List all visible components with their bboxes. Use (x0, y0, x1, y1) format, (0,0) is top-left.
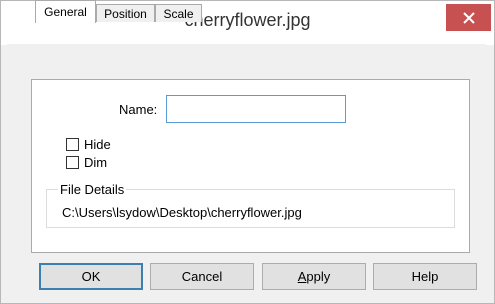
file-details-title: File Details (58, 182, 127, 197)
tab-general-label: General (44, 5, 87, 19)
close-button[interactable] (446, 4, 491, 31)
tab-scale-label: Scale (163, 6, 194, 21)
apply-button-label: Apply (298, 269, 331, 284)
name-input[interactable] (166, 95, 346, 123)
apply-button[interactable]: Apply (262, 263, 366, 290)
ok-button[interactable]: OK (39, 263, 143, 290)
apply-label-rest: pply (306, 269, 331, 284)
cancel-button-label: Cancel (181, 269, 223, 284)
help-button[interactable]: Help (373, 263, 477, 290)
dim-label: Dim (84, 155, 108, 170)
cancel-button[interactable]: Cancel (150, 263, 254, 290)
hide-checkbox[interactable] (66, 138, 79, 151)
help-button-label: Help (411, 269, 439, 284)
tab-position-label: Position (104, 6, 147, 21)
tab-position[interactable]: Position (96, 4, 155, 22)
file-path-text: C:\Users\lsydow\Desktop\cherryflower.jpg (62, 205, 302, 220)
tab-general[interactable]: General (35, 0, 96, 23)
name-label: Name: (119, 102, 158, 117)
close-icon (462, 11, 475, 24)
ok-button-label: OK (81, 269, 101, 284)
hide-label: Hide (84, 137, 111, 152)
tab-scale[interactable]: Scale (155, 4, 202, 22)
dim-checkbox[interactable] (66, 156, 79, 169)
